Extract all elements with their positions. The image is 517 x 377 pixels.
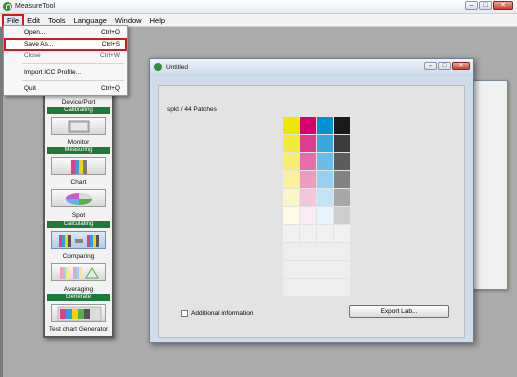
menu-import-icc-label: Import ICC Profile... bbox=[24, 69, 82, 76]
menu-file[interactable]: File bbox=[1, 13, 25, 27]
spot-label: Spot bbox=[71, 212, 86, 219]
close-button[interactable]: ✕ bbox=[493, 1, 513, 10]
menu-tools[interactable]: Tools bbox=[44, 15, 70, 26]
file-menu-dropdown: Open... Ctrl+O Save As... Ctrl+S Close C… bbox=[3, 25, 128, 96]
color-patch bbox=[334, 189, 350, 206]
document-title: Untitled bbox=[166, 64, 189, 71]
doc-close-button[interactable]: ✕ bbox=[452, 62, 470, 70]
color-patch bbox=[283, 279, 350, 296]
color-patch bbox=[300, 189, 316, 206]
menu-language[interactable]: Language bbox=[70, 15, 111, 26]
chart-button[interactable] bbox=[51, 157, 106, 175]
color-patch bbox=[317, 153, 333, 170]
color-patch bbox=[334, 171, 350, 188]
color-patch bbox=[283, 261, 350, 278]
minimize-button[interactable]: – bbox=[465, 1, 478, 10]
menu-close-shortcut: Ctrl+W bbox=[99, 52, 120, 59]
color-patch bbox=[334, 153, 350, 170]
app-title-bar: MeasureTool – □ ✕ bbox=[0, 0, 517, 14]
color-patch bbox=[317, 207, 333, 224]
color-patch bbox=[317, 135, 333, 152]
test-chart-generator-icon bbox=[57, 306, 102, 322]
menu-separator bbox=[22, 80, 124, 81]
menu-open-label: Open... bbox=[24, 29, 46, 36]
export-lab-button[interactable]: Export Lab... bbox=[349, 305, 449, 318]
comparing-button[interactable] bbox=[51, 231, 106, 249]
averaging-label: Averaging bbox=[63, 286, 94, 293]
doc-minimize-button[interactable]: – bbox=[424, 62, 437, 70]
menu-quit-label: Quit bbox=[24, 85, 36, 92]
test-chart-generator-label: Test chart Generator bbox=[48, 326, 109, 333]
color-patch bbox=[317, 117, 333, 134]
monitor-button[interactable] bbox=[51, 117, 106, 135]
color-patch bbox=[300, 207, 316, 224]
color-patch bbox=[283, 171, 299, 188]
device-port-label[interactable]: Device/Port bbox=[45, 99, 112, 106]
color-patch bbox=[317, 189, 333, 206]
section-measuring: Measuring bbox=[47, 147, 110, 154]
color-patch bbox=[300, 171, 316, 188]
color-patch bbox=[300, 135, 316, 152]
additional-info-checkbox[interactable] bbox=[181, 310, 188, 317]
menu-help[interactable]: Help bbox=[146, 15, 169, 26]
color-patch bbox=[300, 225, 316, 242]
document-window: Untitled – □ ✕ spkt / 44 Patches Additio… bbox=[149, 58, 474, 343]
color-patch bbox=[334, 207, 350, 224]
menu-separator bbox=[22, 63, 124, 64]
background-document-window[interactable] bbox=[468, 80, 508, 290]
doc-maximize-button[interactable]: □ bbox=[438, 62, 451, 70]
menu-import-icc[interactable]: Import ICC Profile... bbox=[5, 67, 126, 78]
additional-info-label: Additional information bbox=[191, 310, 254, 317]
color-patch bbox=[283, 153, 299, 170]
color-patch bbox=[283, 117, 299, 134]
menu-window[interactable]: Window bbox=[111, 15, 146, 26]
color-patch bbox=[300, 117, 316, 134]
color-patch bbox=[283, 189, 299, 206]
maximize-button[interactable]: □ bbox=[479, 1, 492, 10]
app-title: MeasureTool bbox=[15, 3, 56, 10]
menu-save-as[interactable]: Save As... Ctrl+S bbox=[4, 38, 127, 51]
color-patch bbox=[283, 225, 299, 242]
menu-edit[interactable]: Edit bbox=[23, 15, 44, 26]
color-patch bbox=[317, 171, 333, 188]
menu-open-shortcut: Ctrl+O bbox=[101, 29, 120, 36]
test-chart-generator-button[interactable] bbox=[51, 304, 106, 322]
chart-label: Chart bbox=[70, 179, 87, 186]
averaging-icon bbox=[60, 267, 99, 279]
menu-quit-shortcut: Ctrl+Q bbox=[101, 85, 120, 92]
color-patch bbox=[334, 117, 350, 134]
color-patch bbox=[334, 135, 350, 152]
patches-label: spkt / 44 Patches bbox=[167, 106, 217, 113]
color-patch bbox=[283, 135, 299, 152]
color-patch bbox=[283, 207, 299, 224]
monitor-icon bbox=[68, 120, 90, 133]
section-generate: Generate bbox=[47, 294, 110, 301]
section-calculating: Calculating bbox=[47, 221, 110, 228]
monitor-label: Monitor bbox=[67, 139, 90, 146]
menu-close[interactable]: Close Ctrl+W bbox=[5, 50, 126, 61]
app-logo-icon bbox=[3, 2, 12, 11]
color-patch bbox=[317, 225, 333, 242]
spot-pie-icon bbox=[66, 193, 92, 205]
tool-palette: Device/Port Calibrating Monitor Measurin… bbox=[43, 84, 114, 338]
document-content: spkt / 44 Patches Additional information… bbox=[158, 85, 465, 338]
color-patch bbox=[283, 243, 350, 260]
chart-icon bbox=[71, 160, 87, 174]
menu-quit[interactable]: Quit Ctrl+Q bbox=[5, 83, 126, 94]
document-title-bar[interactable]: Untitled – □ ✕ bbox=[150, 59, 473, 76]
menu-save-as-label: Save As... bbox=[24, 41, 54, 48]
document-logo-icon bbox=[154, 63, 162, 71]
menu-save-as-shortcut: Ctrl+S bbox=[101, 41, 120, 48]
menu-open[interactable]: Open... Ctrl+O bbox=[5, 27, 126, 38]
averaging-button[interactable] bbox=[51, 263, 106, 281]
comparing-label: Comparing bbox=[62, 253, 95, 260]
color-patch bbox=[300, 153, 316, 170]
color-patch-grid bbox=[283, 117, 350, 296]
color-patch bbox=[334, 225, 350, 242]
spot-button[interactable] bbox=[51, 189, 106, 207]
menu-close-label: Close bbox=[24, 52, 41, 59]
section-calibrating: Calibrating bbox=[47, 107, 110, 114]
comparing-icon bbox=[59, 235, 99, 247]
